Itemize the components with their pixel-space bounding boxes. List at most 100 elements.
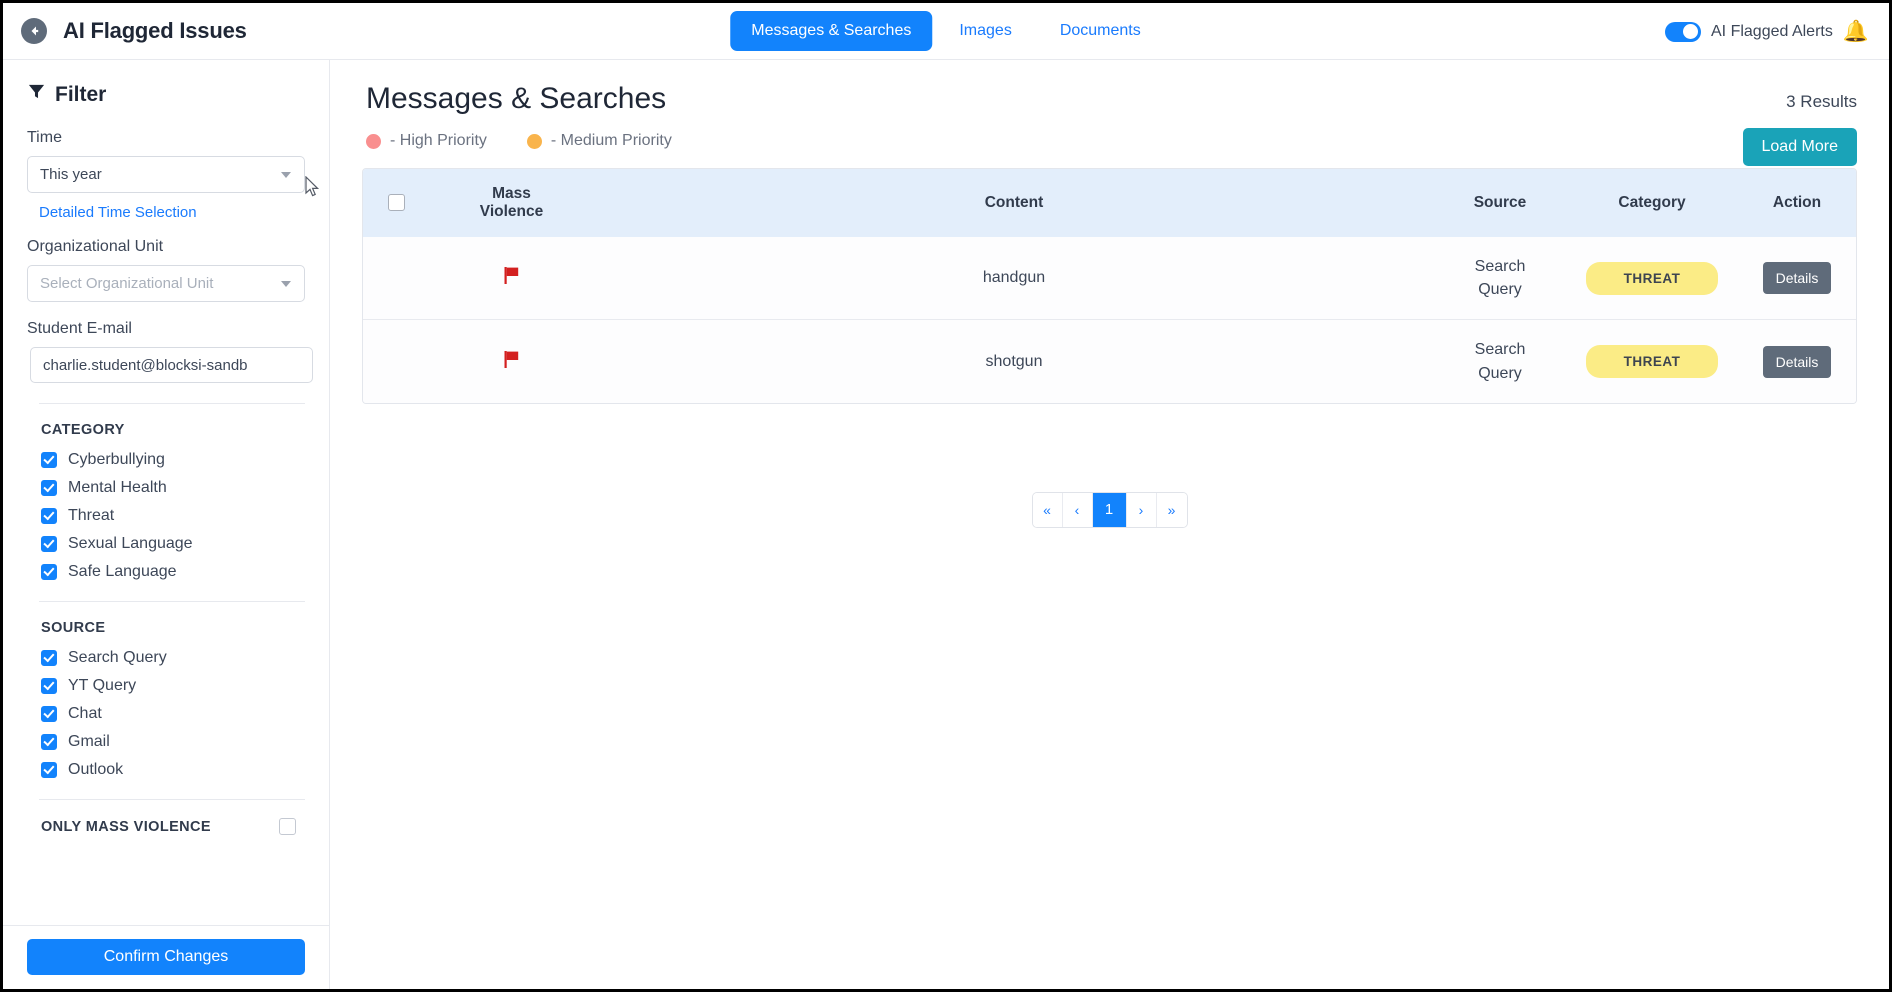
- category-checkbox-sexual-language[interactable]: Sexual Language: [41, 535, 305, 553]
- row-category-cell: THREAT: [1566, 319, 1738, 403]
- row-action-cell: Details: [1738, 237, 1856, 320]
- category-checkbox-threat[interactable]: Threat: [41, 507, 305, 525]
- pagination-last-button[interactable]: »: [1156, 492, 1187, 527]
- table-header-row: Mass Violence Content Source Category Ac…: [363, 169, 1856, 237]
- main-inner: Messages & Searches - High Priority - Me…: [330, 60, 1889, 528]
- legend-item-medium-priority: - Medium Priority: [526, 132, 672, 150]
- priority-legend: - High Priority - Medium Priority: [366, 132, 672, 150]
- category-label: Cyberbullying: [68, 451, 165, 468]
- chevron-down-icon: [281, 280, 291, 287]
- mass-violence-header-line2: Violence: [479, 203, 544, 220]
- results-table: Mass Violence Content Source Category Ac…: [363, 169, 1856, 403]
- chevron-down-icon: [281, 171, 291, 178]
- category-label: Safe Language: [68, 563, 177, 580]
- source-label: Chat: [68, 705, 102, 722]
- main-header-left: Messages & Searches - High Priority - Me…: [362, 82, 672, 168]
- page-body: Filter Time This year Detailed Time Sele…: [3, 60, 1889, 989]
- sidebar-divider-2: [39, 601, 305, 602]
- ai-flagged-alerts-toggle[interactable]: [1665, 21, 1701, 42]
- row-mass-violence-cell: [429, 319, 594, 403]
- tab-documents[interactable]: Documents: [1039, 11, 1162, 51]
- checkbox-icon: [41, 536, 57, 552]
- sidebar-divider-1: [39, 403, 305, 404]
- pagination-page-1-button[interactable]: 1: [1092, 492, 1127, 527]
- application-window: AI Flagged Issues Messages & Searches Im…: [0, 0, 1892, 992]
- row-mass-violence-cell: [429, 237, 594, 320]
- status-badge: THREAT: [1586, 261, 1718, 295]
- checkbox-icon: [41, 762, 57, 778]
- results-count: 3 Results: [1786, 92, 1857, 111]
- select-all-header: [363, 169, 429, 237]
- content-header: Content: [594, 169, 1434, 237]
- category-checkbox-mental-health[interactable]: Mental Health: [41, 479, 305, 497]
- row-source-cell: Search Query: [1434, 237, 1566, 320]
- filter-title: Filter: [55, 82, 107, 106]
- mass-violence-header: Mass Violence: [429, 169, 594, 237]
- filter-sidebar-content: Filter Time This year Detailed Time Sele…: [3, 60, 329, 925]
- checkbox-icon: [41, 452, 57, 468]
- row-source-line1: Search: [1474, 258, 1526, 275]
- tab-messages-and-searches[interactable]: Messages & Searches: [730, 11, 933, 51]
- time-select[interactable]: This year: [27, 156, 305, 193]
- top-bar-right-controls: AI Flagged Alerts 🔔: [1665, 3, 1869, 60]
- organizational-unit-select[interactable]: Select Organizational Unit: [27, 265, 305, 302]
- student-email-input[interactable]: [30, 347, 313, 383]
- pagination-zone: « ‹ 1 › »: [362, 491, 1857, 528]
- section-title: Messages & Searches: [366, 82, 667, 115]
- back-arrow-icon[interactable]: [21, 18, 47, 44]
- category-header: Category: [1566, 169, 1738, 237]
- source-checkbox-search-query[interactable]: Search Query: [41, 649, 305, 667]
- source-checkbox-chat[interactable]: Chat: [41, 705, 305, 723]
- category-label: Threat: [68, 507, 115, 524]
- row-content-cell: shotgun: [594, 319, 1434, 403]
- main-header-right: 3 Results Load More: [1742, 82, 1857, 166]
- filter-sidebar-footer: Confirm Changes: [3, 925, 329, 989]
- category-checkbox-safe-language[interactable]: Safe Language: [41, 563, 305, 581]
- checkbox-icon: [41, 508, 57, 524]
- tab-bar: Messages & Searches Images Documents: [730, 11, 1161, 51]
- time-select-value: This year: [40, 166, 102, 183]
- source-label: Search Query: [68, 649, 167, 666]
- row-select-cell: [363, 319, 429, 403]
- student-email-label: Student E-mail: [27, 320, 132, 337]
- table-row[interactable]: handgun Search Query THREAT Details: [363, 237, 1856, 320]
- only-mass-violence-checkbox[interactable]: [279, 818, 296, 835]
- source-label: Gmail: [68, 733, 110, 750]
- toggle-knob: [1683, 24, 1698, 39]
- source-checkbox-outlook[interactable]: Outlook: [41, 761, 305, 779]
- checkbox-icon: [41, 706, 57, 722]
- tab-images[interactable]: Images: [938, 11, 1032, 51]
- pagination-next-button[interactable]: ›: [1126, 492, 1157, 527]
- table-row[interactable]: shotgun Search Query THREAT Details: [363, 319, 1856, 403]
- pagination-first-button[interactable]: «: [1032, 492, 1063, 527]
- source-label: Outlook: [68, 761, 124, 778]
- details-button[interactable]: Details: [1762, 262, 1832, 295]
- main-content: Messages & Searches - High Priority - Me…: [330, 60, 1889, 989]
- select-all-checkbox[interactable]: [387, 194, 405, 212]
- detailed-time-selection-link[interactable]: Detailed Time Selection: [39, 204, 197, 221]
- checkbox-icon: [41, 650, 57, 666]
- checkbox-icon: [41, 480, 57, 496]
- bell-icon[interactable]: 🔔: [1843, 21, 1869, 42]
- row-content-cell: handgun: [594, 237, 1434, 320]
- checkbox-icon: [41, 734, 57, 750]
- only-mass-violence-row: ONLY MASS VIOLENCE: [41, 818, 296, 835]
- row-action-cell: Details: [1738, 319, 1856, 403]
- details-button[interactable]: Details: [1762, 345, 1832, 378]
- row-select-cell: [363, 237, 429, 320]
- category-label: Sexual Language: [68, 535, 193, 552]
- source-checkbox-yt-query[interactable]: YT Query: [41, 677, 305, 695]
- red-flag-icon: [503, 350, 520, 369]
- category-checkbox-cyberbullying[interactable]: Cyberbullying: [41, 451, 305, 469]
- confirm-changes-button[interactable]: Confirm Changes: [27, 939, 305, 975]
- source-checkbox-gmail[interactable]: Gmail: [41, 733, 305, 751]
- row-source-line2: Query: [1478, 281, 1522, 299]
- legend-item-high-priority: - High Priority: [366, 132, 487, 150]
- only-mass-violence-label: ONLY MASS VIOLENCE: [41, 818, 211, 835]
- top-navigation-bar: AI Flagged Issues Messages & Searches Im…: [3, 3, 1889, 60]
- page-title: AI Flagged Issues: [63, 18, 247, 43]
- load-more-button[interactable]: Load More: [1742, 128, 1857, 166]
- row-source-line2: Query: [1478, 364, 1522, 382]
- high-priority-dot-icon: [366, 133, 381, 149]
- pagination-prev-button[interactable]: ‹: [1062, 492, 1093, 527]
